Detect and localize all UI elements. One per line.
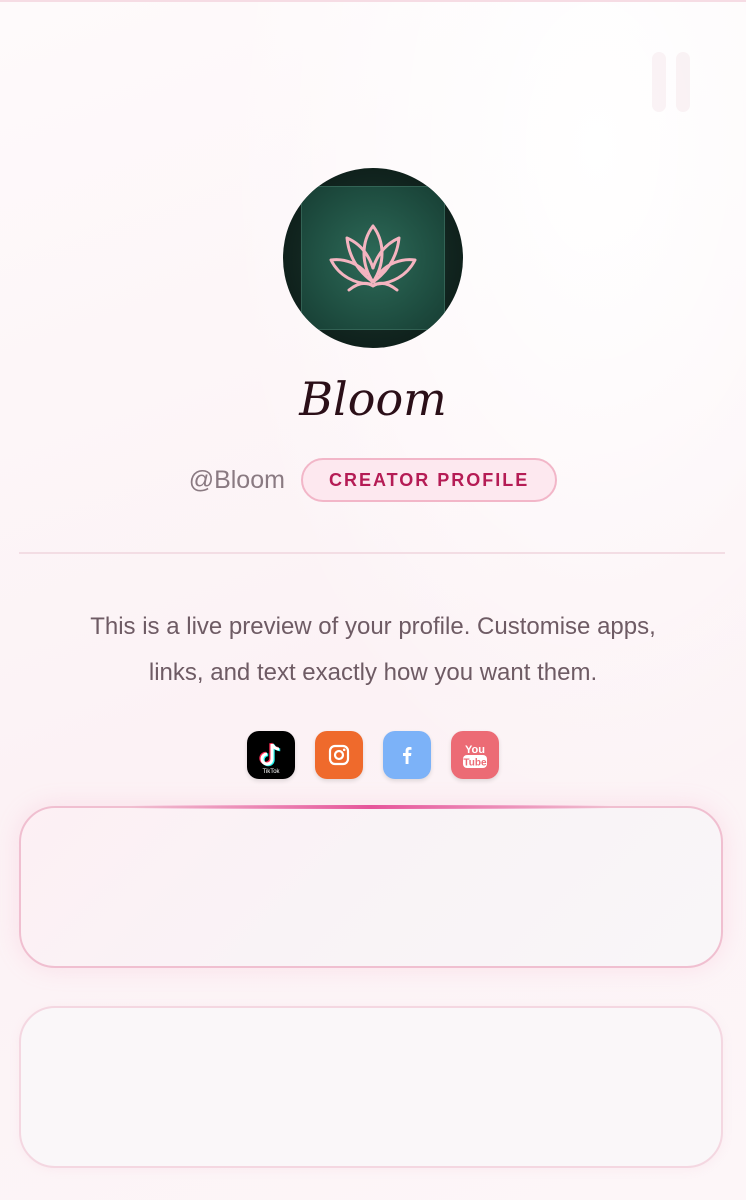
ghost-bar	[652, 52, 666, 112]
social-links: TikTok You Tube	[0, 731, 746, 779]
facebook-link[interactable]	[383, 731, 431, 779]
avatar	[283, 168, 463, 348]
lotus-icon	[329, 224, 417, 292]
profile-name: Bloom	[299, 372, 447, 426]
creator-profile-badge: CREATOR PROFILE	[300, 458, 558, 502]
divider	[19, 552, 725, 554]
link-card[interactable]	[19, 1006, 723, 1168]
profile-bio: This is a live preview of your profile. …	[90, 613, 656, 686]
facebook-icon	[403, 747, 412, 764]
instagram-icon	[328, 744, 350, 766]
instagram-link[interactable]	[315, 731, 363, 779]
avatar-tile	[301, 186, 445, 330]
tiktok-label: TikTok	[262, 769, 280, 775]
link-card[interactable]	[19, 805, 723, 968]
handle-row: @Bloom CREATOR PROFILE	[0, 458, 746, 502]
youtube-icon: You Tube	[463, 744, 487, 769]
card-highlight	[131, 805, 611, 809]
ghost-bar	[676, 52, 690, 112]
tiktok-link[interactable]: TikTok	[247, 731, 295, 779]
tiktok-icon: TikTok	[259, 742, 281, 775]
profile-handle: @Bloom	[188, 465, 285, 494]
profile-preview-page: Bloom @Bloom CREATOR PROFILE This is a l…	[0, 0, 746, 1200]
youtube-link[interactable]: You Tube	[451, 731, 499, 779]
youtube-label-bottom: Tube	[463, 758, 487, 769]
youtube-label-top: You	[465, 744, 485, 756]
